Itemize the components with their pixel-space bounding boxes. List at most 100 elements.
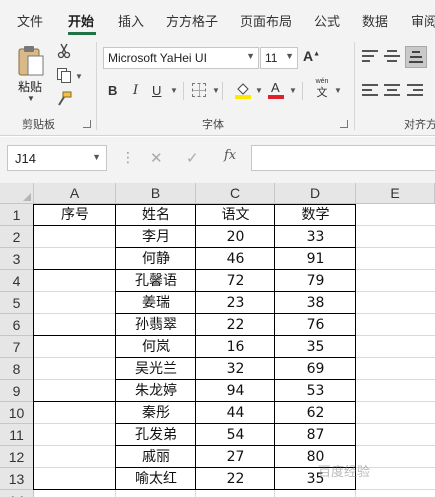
font-color-dropdown-icon[interactable]: ▼	[289, 86, 297, 95]
top-align-icon[interactable]	[362, 50, 378, 64]
math-score-cell[interactable]: 87	[275, 424, 356, 446]
align-right-icon[interactable]	[407, 84, 423, 98]
name-cell[interactable]: 孔馨语	[116, 270, 196, 292]
name-cell[interactable]: 朱龙婷	[116, 380, 196, 402]
math-score-cell[interactable]: 33	[275, 226, 356, 248]
column-header-b[interactable]: B	[116, 183, 196, 204]
name-cell[interactable]: 何岚	[116, 336, 196, 358]
row-header-9[interactable]: 9	[0, 380, 34, 402]
cancel-icon[interactable]: ✕	[150, 149, 163, 167]
tab-fangfang-gezi[interactable]: 方方格子	[166, 11, 218, 30]
chinese-score-cell[interactable]: 94	[196, 380, 275, 402]
enter-icon[interactable]: ✓	[186, 149, 199, 167]
font-family-select[interactable]: Microsoft YaHei UI ▼	[103, 47, 259, 69]
chinese-score-cell[interactable]: 54	[196, 424, 275, 446]
paste-icon[interactable]	[16, 44, 46, 78]
math-score-cell[interactable]: 62	[275, 402, 356, 424]
select-all-button[interactable]	[0, 183, 34, 204]
underline-button[interactable]: U	[152, 83, 161, 98]
align-left-icon[interactable]	[362, 84, 378, 98]
row-header-7[interactable]: 7	[0, 336, 34, 358]
math-score-cell[interactable]: 35	[275, 336, 356, 358]
name-cell[interactable]: 何静	[116, 248, 196, 270]
row-header-11[interactable]: 11	[0, 424, 34, 446]
tab-data[interactable]: 数据	[362, 11, 388, 30]
borders-dropdown-icon[interactable]: ▼	[212, 86, 220, 95]
column-header-e[interactable]: E	[356, 183, 435, 204]
tab-file[interactable]: 文件	[17, 11, 43, 30]
row-header-14[interactable]: 14	[0, 490, 34, 497]
paste-dropdown-icon[interactable]: ▼	[27, 94, 35, 103]
row-header-1[interactable]: 1	[0, 204, 34, 226]
row-header-3[interactable]: 3	[0, 248, 34, 270]
copy-icon[interactable]	[55, 66, 73, 84]
clipboard-launcher-icon[interactable]	[83, 120, 91, 128]
row-header-10[interactable]: 10	[0, 402, 34, 424]
chinese-score-cell[interactable]: 23	[196, 292, 275, 314]
name-cell[interactable]: 李月	[116, 226, 196, 248]
tab-review[interactable]: 审阅	[411, 11, 435, 30]
row-header-5[interactable]: 5	[0, 292, 34, 314]
font-color-icon[interactable]: A	[268, 80, 284, 99]
math-score-cell[interactable]: 76	[275, 314, 356, 336]
name-cell[interactable]: 吴光兰	[116, 358, 196, 380]
header-cell[interactable]: 序号	[34, 204, 116, 226]
tab-page-layout[interactable]: 页面布局	[240, 11, 292, 30]
paste-button-label[interactable]: 粘贴	[18, 78, 42, 95]
italic-button[interactable]: I	[133, 83, 138, 98]
chinese-score-cell[interactable]: 72	[196, 270, 275, 292]
math-score-cell[interactable]: 53	[275, 380, 356, 402]
column-header-a[interactable]: A	[34, 183, 116, 204]
middle-align-icon[interactable]	[384, 50, 400, 64]
align-center-icon[interactable]	[384, 84, 400, 98]
font-size-select[interactable]: 11 ▼	[260, 47, 298, 69]
chinese-score-cell[interactable]: 22	[196, 314, 275, 336]
name-cell[interactable]: 秦彤	[116, 402, 196, 424]
format-painter-icon[interactable]	[55, 90, 73, 108]
chinese-score-cell[interactable]: 46	[196, 248, 275, 270]
row-header-13[interactable]: 13	[0, 468, 34, 490]
header-cell[interactable]: 语文	[196, 204, 275, 226]
font-launcher-icon[interactable]	[340, 120, 348, 128]
tab-insert[interactable]: 插入	[118, 11, 144, 30]
name-cell[interactable]: 喻太红	[116, 468, 196, 490]
name-cell[interactable]: 戚丽	[116, 446, 196, 468]
math-score-cell[interactable]: 79	[275, 270, 356, 292]
chinese-score-cell[interactable]: 22	[196, 468, 275, 490]
tab-home[interactable]: 开始	[68, 11, 94, 30]
row-header-4[interactable]: 4	[0, 270, 34, 292]
name-box[interactable]: J14 ▼	[7, 145, 107, 171]
copy-dropdown-icon[interactable]: ▼	[75, 72, 83, 81]
chinese-score-cell[interactable]: 32	[196, 358, 275, 380]
row-header-8[interactable]: 8	[0, 358, 34, 380]
chinese-score-cell[interactable]: 44	[196, 402, 275, 424]
chinese-score-cell[interactable]: 27	[196, 446, 275, 468]
name-cell[interactable]: 姜瑞	[116, 292, 196, 314]
row-header-2[interactable]: 2	[0, 226, 34, 248]
name-cell[interactable]: 孔发弟	[116, 424, 196, 446]
fill-color-icon[interactable]	[235, 81, 251, 99]
row-header-12[interactable]: 12	[0, 446, 34, 468]
column-header-d[interactable]: D	[275, 183, 356, 204]
column-header-c[interactable]: C	[196, 183, 275, 204]
borders-icon[interactable]	[192, 83, 206, 97]
bold-button[interactable]: B	[108, 83, 117, 98]
bottom-align-icon[interactable]	[405, 46, 427, 68]
phonetic-guide-icon[interactable]: wén 文	[313, 78, 331, 102]
chinese-score-cell[interactable]: 20	[196, 226, 275, 248]
math-score-cell[interactable]: 38	[275, 292, 356, 314]
tab-formulas[interactable]: 公式	[314, 11, 340, 30]
fill-color-dropdown-icon[interactable]: ▼	[255, 86, 263, 95]
phonetic-dropdown-icon[interactable]: ▼	[334, 86, 342, 95]
chinese-score-cell[interactable]: 16	[196, 336, 275, 358]
header-cell[interactable]: 数学	[275, 204, 356, 226]
row-header-6[interactable]: 6	[0, 314, 34, 336]
name-cell[interactable]: 孙翡翠	[116, 314, 196, 336]
header-cell[interactable]: 姓名	[116, 204, 196, 226]
cut-icon[interactable]	[55, 42, 73, 60]
math-score-cell[interactable]: 91	[275, 248, 356, 270]
math-score-cell[interactable]: 69	[275, 358, 356, 380]
insert-function-button[interactable]: fx	[224, 148, 236, 163]
underline-dropdown-icon[interactable]: ▼	[170, 86, 178, 95]
increase-font-size-icon[interactable]: A▲	[303, 48, 320, 64]
